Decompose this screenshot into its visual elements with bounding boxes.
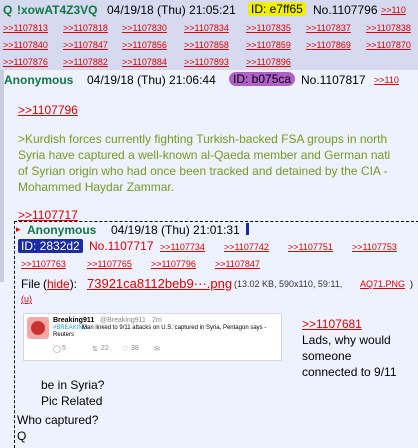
backlink[interactable]: >>1107837 [306, 23, 351, 33]
file-meta: (13.02 KB, 590x110, 59:11, [234, 279, 343, 289]
post-text-line: Q [17, 429, 27, 443]
backlink[interactable]: >>1107884 [122, 57, 167, 67]
post-number[interactable]: No.1107717 [89, 239, 154, 253]
unique-ips-link[interactable]: (u) [21, 294, 32, 304]
poster-name: Q [3, 3, 13, 17]
backlink[interactable]: >>1107753 [352, 242, 397, 252]
like-count: 38 [131, 345, 139, 352]
tweet-text: Man linked to 9/11 attacks on U.S. captu… [82, 325, 267, 331]
reply-count: 5 [62, 345, 66, 352]
poster-id-badge[interactable]: ID: 2832d2 [18, 239, 83, 253]
post-number[interactable]: No.1107796 [313, 3, 378, 17]
file-name-link[interactable]: 73921ca8112beb9···.png [87, 276, 232, 291]
backlink[interactable]: >>1107830 [122, 23, 167, 33]
hide-wrapper: (hide): [43, 277, 78, 291]
poster-name: Anonymous [4, 73, 74, 87]
post-text-line: Pic Related [41, 394, 103, 408]
expand-triangle-icon[interactable]: ▸ [16, 224, 21, 235]
tweet-handle: @Breaking911 · 2m [100, 317, 162, 324]
backlink[interactable]: >>1107859 [246, 40, 291, 50]
post-datetime: 04/19/18 (Thu) 21:05:21 [107, 3, 236, 17]
post-text-line: connected to 9/11 [302, 365, 397, 379]
backlink[interactable]: >>1107870 [366, 40, 411, 50]
backlink[interactable]: >>1107763 [21, 259, 66, 269]
attached-image[interactable]: Breaking911 @Breaking911 · 2m #BREAKING:… [23, 313, 282, 361]
backlink[interactable]: >>1107847 [63, 40, 108, 50]
post-q: Q !xowAT4Z3VQ 04/19/18 (Thu) 21:05:21 ID… [0, 0, 418, 70]
backlink[interactable]: >>1107882 [63, 57, 108, 67]
reply-icon: ◯ [53, 346, 61, 353]
hide-file-link[interactable]: hide [47, 277, 70, 291]
backlink[interactable]: >>1107835 [246, 23, 291, 33]
breaking911-logo [27, 317, 49, 339]
post-text-line: be in Syria? [41, 378, 105, 392]
backlink[interactable]: >>1107893 [184, 57, 229, 67]
retweet-count: 22 [101, 345, 109, 352]
backlink[interactable]: >>1107818 [63, 23, 108, 33]
dm-icon: ✉ [154, 346, 160, 353]
backlink[interactable]: >>1107858 [184, 40, 229, 50]
reply-link[interactable]: >>1107681 [302, 317, 362, 331]
post-number[interactable]: No.1107817 [301, 73, 366, 87]
post-datetime: 04/19/18 (Thu) 21:01:31 [111, 223, 240, 237]
backlink[interactable]: >>110 [374, 75, 399, 85]
backlink[interactable]: >>1107869 [306, 40, 351, 50]
backlink[interactable]: >>1107847 [215, 259, 260, 269]
post-side-bar [0, 70, 4, 282]
post-datetime: 04/19/18 (Thu) 21:06:44 [87, 73, 216, 87]
backlink[interactable]: >>1107834 [184, 23, 229, 33]
file-meta-close: ) [410, 279, 413, 289]
backlink[interactable]: >>1107838 [366, 23, 411, 33]
reply-link[interactable]: >>1107717 [18, 208, 78, 222]
backlink[interactable]: >>1107856 [122, 40, 167, 50]
backlink[interactable]: >>1107765 [87, 259, 132, 269]
backlink[interactable]: >>1107896 [246, 57, 291, 67]
tripcode: !xowAT4Z3VQ [17, 3, 98, 17]
file-label: File [21, 277, 41, 291]
like-icon: ♡ [122, 346, 129, 353]
post-text-line: Who captured? [17, 413, 99, 427]
post-text-line: Lads, why would [302, 333, 391, 347]
tweet-source: Reuters [53, 332, 75, 338]
backlink[interactable]: >>1107751 [288, 242, 333, 252]
backlink[interactable]: >>1107796 [151, 259, 196, 269]
tweet-account: Breaking911 [53, 317, 95, 324]
backlink[interactable]: >>1107813 [3, 23, 48, 33]
poster-id-badge[interactable]: ID: b075ca [229, 72, 296, 86]
post-text-line: someone [302, 349, 352, 363]
reply-link[interactable]: >>1107796 [18, 103, 78, 117]
greentext-line: Mohammed Haydar Zammar. [18, 180, 175, 194]
backlink[interactable]: >>1107840 [3, 40, 48, 50]
cursor-mark [246, 223, 249, 235]
file-original-name-link[interactable]: AQ71.PNG [360, 279, 405, 289]
greentext-line: of Syrian origin who had once been track… [18, 164, 388, 178]
backlink[interactable]: >>1107734 [160, 242, 205, 252]
greentext-line: Syria have captured a well-known al-Qaed… [18, 148, 391, 162]
backlink[interactable]: >>1107876 [3, 57, 48, 67]
backlink[interactable]: >>110 [381, 5, 406, 15]
greentext-line: >Kurdish forces currently fighting Turki… [18, 132, 388, 146]
poster-name: Anonymous [27, 223, 97, 237]
retweet-icon: ⇅ [92, 346, 98, 353]
poster-id-badge[interactable]: ID: e7ff65 [248, 2, 306, 16]
backlink[interactable]: >>1107742 [224, 242, 269, 252]
